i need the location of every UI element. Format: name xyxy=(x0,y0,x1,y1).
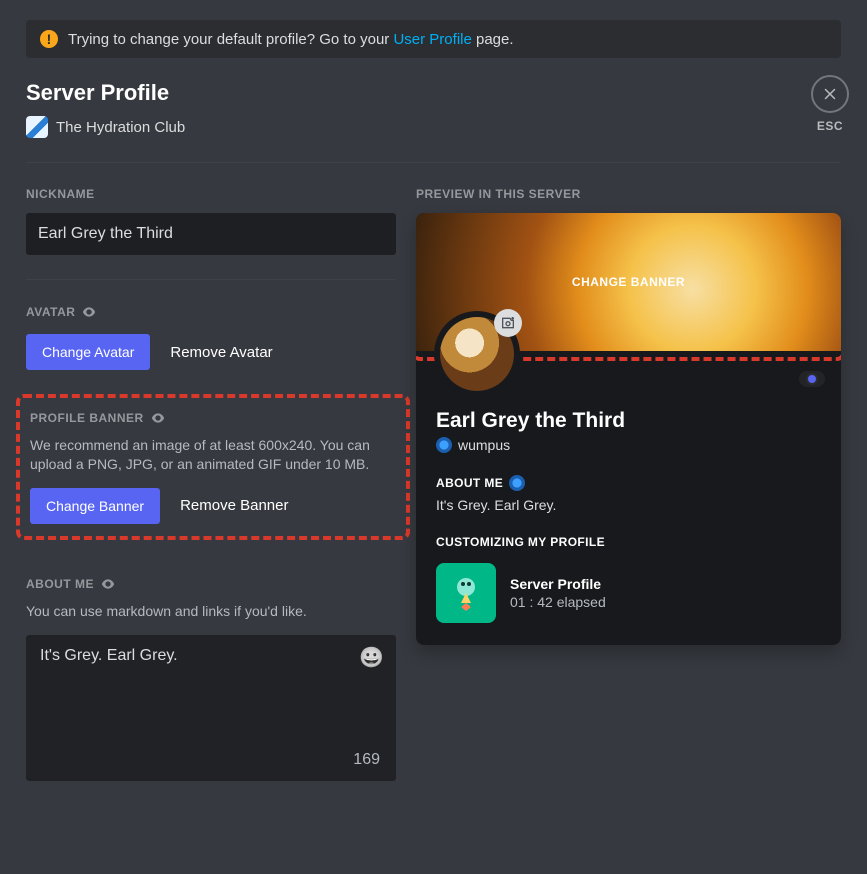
page-title: Server Profile xyxy=(26,80,841,106)
about-me-input[interactable]: It's Grey. Earl Grey. 😀 169 xyxy=(26,635,396,781)
profile-banner-label: PROFILE BANNER xyxy=(30,410,396,426)
change-avatar-button[interactable]: Change Avatar xyxy=(26,334,150,370)
char-count: 169 xyxy=(353,751,380,769)
preview-customizing-title: CUSTOMIZING MY PROFILE xyxy=(436,535,821,549)
about-me-help: You can use markdown and links if you'd … xyxy=(26,602,396,621)
remove-banner-button[interactable]: Remove Banner xyxy=(180,497,288,514)
preview-username: wumpus xyxy=(458,437,510,453)
info-notice: ! Trying to change your default profile?… xyxy=(26,20,841,58)
divider xyxy=(26,162,841,163)
wave-icon xyxy=(509,475,525,491)
emoji-picker-button[interactable]: 😀 xyxy=(359,645,384,670)
change-banner-overlay: CHANGE BANNER xyxy=(572,275,685,289)
visibility-icon xyxy=(150,410,166,426)
notice-text: Trying to change your default profile? G… xyxy=(68,31,514,48)
server-row: The Hydration Club xyxy=(26,116,841,138)
esc-label: ESC xyxy=(811,119,849,133)
change-banner-button[interactable]: Change Banner xyxy=(30,488,160,524)
profile-banner-highlight: PROFILE BANNER We recommend an image of … xyxy=(16,394,410,540)
about-me-value: It's Grey. Earl Grey. xyxy=(40,647,178,664)
nickname-label: NICKNAME xyxy=(26,187,396,201)
avatar-label: AVATAR xyxy=(26,304,396,320)
activity-icon xyxy=(436,563,496,623)
preview-about-text: It's Grey. Earl Grey. xyxy=(436,497,821,513)
preview-label: PREVIEW IN THIS SERVER xyxy=(416,187,841,201)
profile-banner-help: We recommend an image of at least 600x24… xyxy=(30,436,396,474)
wave-icon xyxy=(436,437,452,453)
server-icon xyxy=(26,116,48,138)
activity-name: Server Profile xyxy=(510,576,606,592)
divider xyxy=(26,279,396,280)
warning-icon: ! xyxy=(40,30,58,48)
visibility-icon xyxy=(100,576,116,592)
preview-about-title: ABOUT ME xyxy=(436,475,821,491)
upload-avatar-icon[interactable] xyxy=(494,309,522,337)
user-profile-link[interactable]: User Profile xyxy=(393,31,471,48)
remove-avatar-button[interactable]: Remove Avatar xyxy=(170,344,272,361)
preview-avatar[interactable] xyxy=(434,311,520,397)
preview-card: CHANGE BANNER Earl Grey the Third wumpus xyxy=(416,213,841,645)
nickname-input[interactable] xyxy=(26,213,396,255)
visibility-icon xyxy=(81,304,97,320)
close-icon xyxy=(821,85,839,103)
close-button[interactable] xyxy=(811,75,849,113)
server-name: The Hydration Club xyxy=(56,119,185,136)
preview-display-name: Earl Grey the Third xyxy=(436,409,821,433)
activity-row: Server Profile 01 : 42 elapsed xyxy=(436,563,821,623)
status-badge xyxy=(799,371,825,387)
about-me-label: ABOUT ME xyxy=(26,576,396,592)
activity-elapsed: 01 : 42 elapsed xyxy=(510,594,606,610)
